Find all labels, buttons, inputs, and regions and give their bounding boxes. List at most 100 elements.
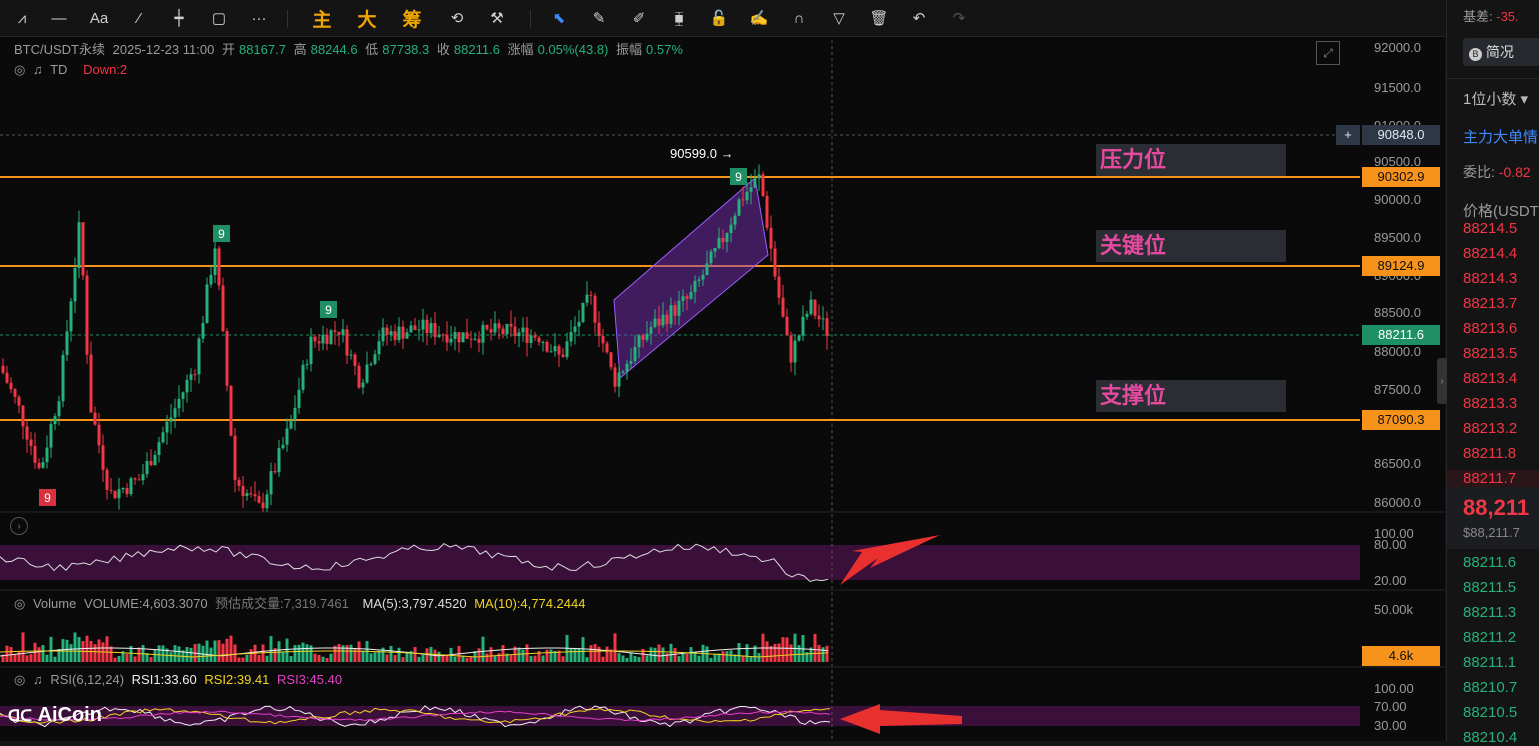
open-value: 88167.7 bbox=[238, 42, 286, 57]
ruler-icon[interactable]: ✎ bbox=[585, 6, 613, 30]
main-force-link[interactable]: 主力大单情 bbox=[1463, 126, 1538, 147]
ask-price[interactable]: 88214.5 bbox=[1463, 220, 1517, 237]
volume-bar bbox=[745, 644, 749, 662]
volume-bar bbox=[177, 646, 181, 662]
edit-icon[interactable]: ✍ bbox=[745, 6, 773, 30]
bid-price[interactable]: 88211.3 bbox=[1463, 604, 1516, 621]
ask-price[interactable]: 88213.4 bbox=[1463, 370, 1517, 387]
resistance-annotation[interactable]: 压力位 bbox=[1096, 144, 1286, 176]
volume-bar bbox=[685, 653, 689, 662]
bid-price[interactable]: 88210.5 bbox=[1463, 704, 1517, 721]
bell-icon[interactable]: ♫ bbox=[33, 672, 43, 687]
filter-icon[interactable]: ▽ bbox=[825, 6, 853, 30]
candle-body bbox=[249, 493, 253, 495]
close-value: 88211.6 bbox=[453, 42, 500, 57]
candle-body bbox=[421, 319, 425, 330]
volume-bar bbox=[105, 636, 109, 662]
volume-bar bbox=[217, 640, 221, 662]
candle-body bbox=[649, 327, 653, 334]
volume-bar bbox=[825, 645, 829, 662]
volume-bar bbox=[305, 644, 309, 662]
magnet-icon[interactable]: ∩ bbox=[785, 6, 813, 30]
volume-bar bbox=[597, 646, 601, 662]
volume-bar bbox=[249, 649, 253, 662]
candle-body bbox=[97, 424, 101, 446]
bid-price[interactable]: 88211.5 bbox=[1463, 579, 1516, 596]
ask-price[interactable]: 88213.2 bbox=[1463, 420, 1517, 437]
candle-body bbox=[413, 325, 417, 330]
bid-price[interactable]: 88211.1 bbox=[1463, 654, 1516, 671]
ask-price[interactable]: 88214.3 bbox=[1463, 270, 1517, 287]
rsi-label: RSI(6,12,24) bbox=[50, 672, 125, 687]
volume-bar bbox=[173, 645, 177, 662]
volume-bar bbox=[169, 652, 173, 662]
ask-price[interactable]: 88214.4 bbox=[1463, 245, 1517, 262]
brush-icon[interactable]: ⁄ bbox=[125, 6, 153, 30]
volume-bar bbox=[113, 657, 117, 662]
eye-icon[interactable]: ◎ bbox=[14, 596, 25, 611]
candle-body bbox=[625, 363, 629, 372]
bell-icon[interactable]: ♫ bbox=[33, 62, 43, 77]
panel-toggle-handle[interactable]: › bbox=[1437, 358, 1447, 404]
big-order-button[interactable]: 大 bbox=[350, 6, 384, 31]
candle-body bbox=[285, 428, 289, 445]
lock-icon[interactable]: 🔓 bbox=[705, 6, 733, 30]
candle-body bbox=[605, 343, 609, 353]
ask-price[interactable]: 88213.3 bbox=[1463, 395, 1517, 412]
candle-body bbox=[85, 275, 89, 355]
eye-icon[interactable]: ◎ bbox=[14, 62, 25, 77]
ask-price[interactable]: 88213.7 bbox=[1463, 295, 1517, 312]
support-annotation[interactable]: 支撑位 bbox=[1096, 380, 1286, 412]
add-alert-icon[interactable]: + bbox=[1336, 125, 1360, 145]
chip-distribution-button[interactable]: 筹 bbox=[395, 6, 429, 31]
rectangle-icon[interactable]: ▢ bbox=[205, 6, 233, 30]
candle-body bbox=[793, 340, 797, 363]
volume-bar bbox=[621, 655, 625, 662]
trash-icon[interactable]: 🗑 bbox=[865, 6, 893, 30]
volume-bar bbox=[237, 657, 241, 662]
candle-body bbox=[405, 332, 409, 339]
horizontal-line-icon[interactable]: — bbox=[45, 6, 73, 30]
trend-line-icon[interactable]: ⩘ bbox=[8, 6, 36, 30]
td-count-badge: 9 bbox=[320, 301, 337, 318]
candle-body bbox=[113, 490, 117, 499]
volume-bar bbox=[581, 637, 585, 662]
candle-body bbox=[441, 334, 445, 336]
main-indicator-button[interactable]: 主 bbox=[305, 6, 339, 31]
volume-bar bbox=[545, 649, 549, 662]
undo-icon[interactable]: ↶ bbox=[905, 6, 933, 30]
ask-price[interactable]: 88211.7 bbox=[1447, 470, 1539, 487]
key-level-annotation[interactable]: 关键位 bbox=[1096, 230, 1286, 262]
ask-price[interactable]: 88213.5 bbox=[1463, 345, 1517, 362]
brief-button[interactable]: B 简况 bbox=[1463, 38, 1539, 66]
text-tool-icon[interactable]: Aa bbox=[85, 6, 113, 30]
select-cursor-icon[interactable]: ⬉ bbox=[545, 6, 573, 30]
pen-icon[interactable]: ✐ bbox=[625, 6, 653, 30]
eye-icon[interactable]: ◎ bbox=[14, 672, 25, 687]
volume-bar bbox=[749, 656, 753, 662]
candle-body bbox=[169, 417, 173, 422]
tools-icon[interactable]: ⚒ bbox=[483, 6, 511, 30]
volume-bar bbox=[361, 650, 365, 662]
decimals-dropdown[interactable]: 1位小数 ▾ bbox=[1463, 88, 1528, 109]
fullscreen-icon[interactable]: ⤢ bbox=[1316, 41, 1340, 65]
bid-price[interactable]: 88211.2 bbox=[1463, 629, 1516, 646]
volume-bar bbox=[117, 655, 121, 662]
volume-bar bbox=[633, 655, 637, 662]
bid-price[interactable]: 88211.6 bbox=[1463, 554, 1516, 571]
volume-bar bbox=[257, 655, 261, 662]
candle-body bbox=[433, 323, 437, 338]
volume-bar bbox=[697, 655, 701, 662]
ask-price[interactable]: 88213.6 bbox=[1463, 320, 1517, 337]
price-axis-label: 88500.0 bbox=[1374, 305, 1421, 320]
ask-price[interactable]: 88211.8 bbox=[1463, 445, 1516, 462]
candle-body bbox=[461, 332, 465, 343]
bid-price[interactable]: 88210.7 bbox=[1463, 679, 1517, 696]
more-icon[interactable]: ··· bbox=[245, 6, 273, 30]
collapse-icon[interactable]: › bbox=[10, 517, 28, 535]
redo-icon[interactable]: ↷ bbox=[945, 6, 973, 30]
candles-icon[interactable]: ⧯ bbox=[665, 6, 693, 30]
bid-price[interactable]: 88210.4 bbox=[1463, 729, 1517, 746]
screenshot-icon[interactable]: ⟲ bbox=[443, 6, 471, 30]
crosshair-icon[interactable]: ┿ bbox=[165, 6, 193, 30]
